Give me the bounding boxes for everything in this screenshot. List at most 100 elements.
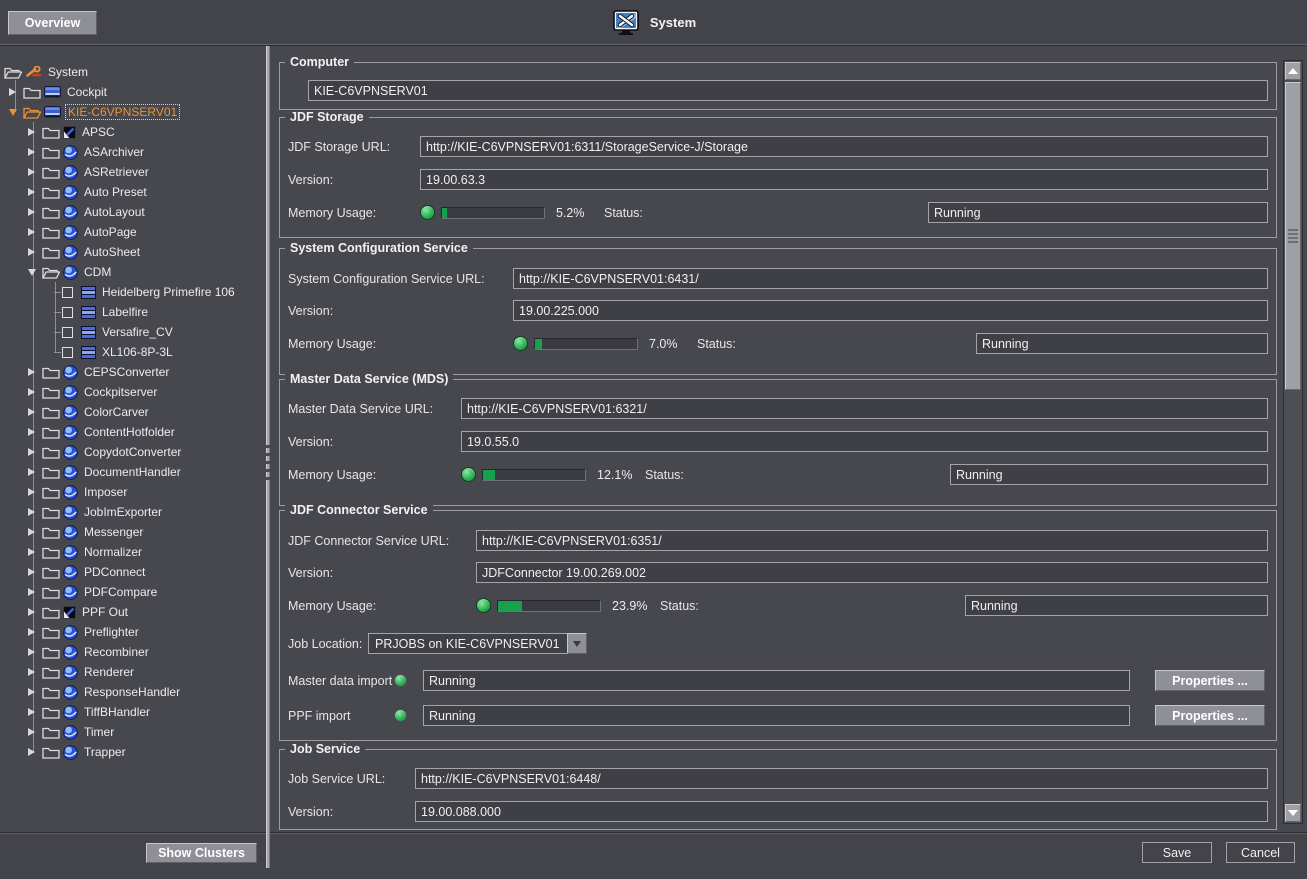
master-data-version-field[interactable] bbox=[461, 431, 1268, 452]
dropdown-arrow-button[interactable] bbox=[567, 633, 587, 654]
expander-icon[interactable] bbox=[28, 228, 42, 236]
expander-icon[interactable] bbox=[28, 588, 42, 596]
expander-icon[interactable] bbox=[28, 368, 42, 376]
expander-icon[interactable] bbox=[28, 148, 42, 156]
tree-item-responsehandler[interactable]: ResponseHandler bbox=[0, 682, 265, 702]
ppf-import-properties-button[interactable]: Properties ... bbox=[1155, 705, 1265, 726]
tree-item-recombiner[interactable]: Recombiner bbox=[0, 642, 265, 662]
splitter-grip[interactable] bbox=[266, 445, 270, 481]
jdf-storage-url-field[interactable] bbox=[420, 136, 1268, 157]
expander-icon[interactable] bbox=[28, 668, 42, 676]
vertical-scrollbar[interactable] bbox=[1283, 60, 1303, 824]
tree-item-labelfire[interactable]: Labelfire bbox=[0, 302, 265, 322]
jdf-connector-status-field[interactable] bbox=[965, 595, 1268, 616]
scroll-down-button[interactable] bbox=[1285, 804, 1301, 822]
expander-icon[interactable] bbox=[28, 528, 42, 536]
tree-item-cdm[interactable]: CDM bbox=[0, 262, 265, 282]
job-service-version-field[interactable] bbox=[415, 801, 1268, 822]
expander-icon[interactable] bbox=[28, 208, 42, 216]
system-configuration-status-field[interactable] bbox=[976, 333, 1268, 354]
master-data-import-status-field[interactable] bbox=[423, 670, 1130, 691]
tree-item-ppf-out[interactable]: PPF Out bbox=[0, 602, 265, 622]
expander-icon[interactable] bbox=[28, 128, 42, 136]
save-button[interactable]: Save bbox=[1142, 842, 1212, 863]
tree-item-asretriever[interactable]: ASRetriever bbox=[0, 162, 265, 182]
master-data-import-properties-button[interactable]: Properties ... bbox=[1155, 670, 1265, 691]
computer-name-field[interactable] bbox=[308, 80, 1268, 101]
job-service-url-field[interactable] bbox=[415, 768, 1268, 789]
cancel-button[interactable]: Cancel bbox=[1226, 842, 1295, 863]
expander-icon[interactable] bbox=[28, 468, 42, 476]
tree-item-jobimexporter[interactable]: JobImExporter bbox=[0, 502, 265, 522]
master-data-status-field[interactable] bbox=[950, 464, 1268, 485]
tree-item-colorcarver[interactable]: ColorCarver bbox=[0, 402, 265, 422]
tree-item-imposer[interactable]: Imposer bbox=[0, 482, 265, 502]
tree-item-auto-preset[interactable]: Auto Preset bbox=[0, 182, 265, 202]
tree-item-documenthandler[interactable]: DocumentHandler bbox=[0, 462, 265, 482]
master-data-url-field[interactable] bbox=[461, 398, 1268, 419]
tree-item-messenger[interactable]: Messenger bbox=[0, 522, 265, 542]
expander-icon[interactable] bbox=[28, 608, 42, 616]
expander-icon[interactable] bbox=[28, 688, 42, 696]
tree-item-cockpitserver[interactable]: Cockpitserver bbox=[0, 382, 265, 402]
tree-item-cockpit[interactable]: Cockpit bbox=[0, 82, 265, 102]
tree-item-renderer[interactable]: Renderer bbox=[0, 662, 265, 682]
expander-icon[interactable] bbox=[28, 728, 42, 736]
expander-icon[interactable] bbox=[28, 628, 42, 636]
tree-item-trapper[interactable]: Trapper bbox=[0, 742, 265, 762]
tree-item-copydotconverter[interactable]: CopydotConverter bbox=[0, 442, 265, 462]
system-configuration-url-field[interactable] bbox=[513, 268, 1268, 289]
tree-item-preflighter[interactable]: Preflighter bbox=[0, 622, 265, 642]
tree-item-kie-c6vpnserv01[interactable]: KIE-C6VPNSERV01 bbox=[0, 102, 265, 122]
expander-icon[interactable] bbox=[28, 488, 42, 496]
tree-item-label: Normalizer bbox=[84, 545, 142, 559]
expander-icon[interactable] bbox=[28, 428, 42, 436]
tree-item-tiffbhandler[interactable]: TiffBHandler bbox=[0, 702, 265, 722]
expander-icon[interactable] bbox=[28, 548, 42, 556]
expander-icon[interactable] bbox=[28, 748, 42, 756]
expander-icon[interactable] bbox=[28, 568, 42, 576]
tree-item-apsc[interactable]: APSC bbox=[0, 122, 265, 142]
checkbox-icon[interactable] bbox=[62, 347, 73, 358]
tree-item-autosheet[interactable]: AutoSheet bbox=[0, 242, 265, 262]
expander-icon[interactable] bbox=[28, 448, 42, 456]
expander-icon[interactable] bbox=[28, 248, 42, 256]
scrollbar-thumb[interactable] bbox=[1285, 82, 1301, 390]
expander-icon[interactable] bbox=[28, 708, 42, 716]
checkbox-icon[interactable] bbox=[62, 327, 73, 338]
tree-item-autolayout[interactable]: AutoLayout bbox=[0, 202, 265, 222]
jdf-storage-status-field[interactable] bbox=[928, 202, 1268, 223]
expander-icon[interactable] bbox=[28, 388, 42, 396]
ppf-import-status-field[interactable] bbox=[423, 705, 1130, 726]
scroll-up-button[interactable] bbox=[1285, 62, 1301, 80]
sidebar-splitter[interactable] bbox=[266, 46, 270, 868]
tree-item-versafire-cv[interactable]: Versafire_CV bbox=[0, 322, 265, 342]
expander-icon[interactable] bbox=[28, 408, 42, 416]
tree-item-timer[interactable]: Timer bbox=[0, 722, 265, 742]
tree-item-normalizer[interactable]: Normalizer bbox=[0, 542, 265, 562]
job-location-dropdown[interactable]: PRJOBS on KIE-C6VPNSERV01 bbox=[368, 633, 587, 654]
checkbox-icon[interactable] bbox=[62, 287, 73, 298]
system-configuration-version-field[interactable] bbox=[513, 300, 1268, 321]
jdf-connector-url-field[interactable] bbox=[476, 530, 1268, 551]
checkbox-icon[interactable] bbox=[62, 307, 73, 318]
tree-item-autopage[interactable]: AutoPage bbox=[0, 222, 265, 242]
expander-icon[interactable] bbox=[9, 109, 23, 116]
expander-icon[interactable] bbox=[28, 648, 42, 656]
tree-item-asarchiver[interactable]: ASArchiver bbox=[0, 142, 265, 162]
tree-item-contenthotfolder[interactable]: ContentHotfolder bbox=[0, 422, 265, 442]
jdf-connector-version-field[interactable] bbox=[476, 562, 1268, 583]
tree-item-system[interactable]: System bbox=[0, 62, 265, 82]
expander-icon[interactable] bbox=[28, 269, 42, 276]
expander-icon[interactable] bbox=[28, 508, 42, 516]
jdf-storage-version-field[interactable] bbox=[420, 169, 1268, 190]
expander-icon[interactable] bbox=[9, 88, 23, 96]
tree-item-heidelberg-primefire-106[interactable]: Heidelberg Primefire 106 bbox=[0, 282, 265, 302]
show-clusters-button[interactable]: Show Clusters bbox=[146, 843, 257, 863]
expander-icon[interactable] bbox=[28, 168, 42, 176]
tree-item-pdfcompare[interactable]: PDFCompare bbox=[0, 582, 265, 602]
tree-item-pdconnect[interactable]: PDConnect bbox=[0, 562, 265, 582]
expander-icon[interactable] bbox=[28, 188, 42, 196]
tree-item-xl106-8p-3l[interactable]: XL106-8P-3L bbox=[0, 342, 265, 362]
tree-item-cepsconverter[interactable]: CEPSConverter bbox=[0, 362, 265, 382]
